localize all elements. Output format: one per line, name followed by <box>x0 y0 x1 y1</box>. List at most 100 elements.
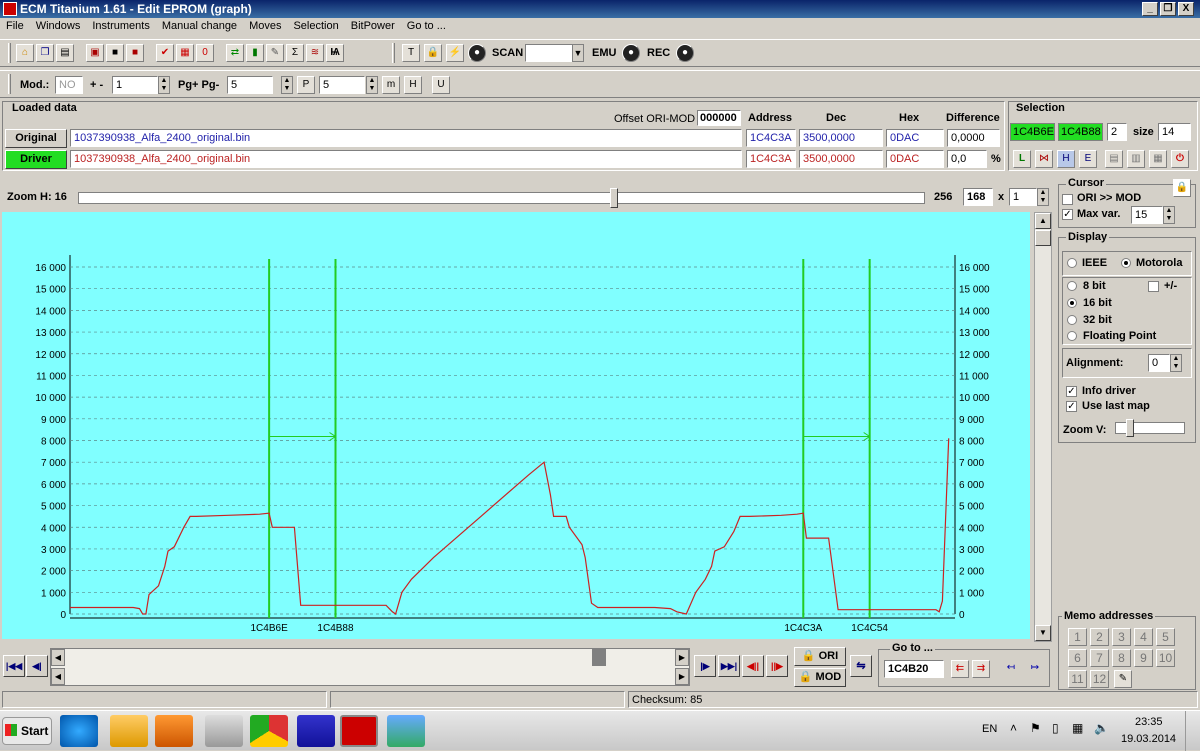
sign-checkbox[interactable] <box>1148 281 1159 292</box>
alignment-field[interactable]: 0 <box>1148 354 1170 372</box>
select-x-icon[interactable]: ⋈ <box>1035 150 1053 168</box>
language-indicator[interactable]: EN <box>982 723 997 735</box>
open-icon[interactable]: ▣ <box>86 44 104 62</box>
scroll-up-icon[interactable]: ▲ <box>1035 213 1051 229</box>
zoom-h-slider[interactable] <box>610 188 618 208</box>
ieee-radio[interactable] <box>1067 258 1077 268</box>
menu-bitpower[interactable]: BitPower <box>345 18 401 32</box>
scroll-right2-icon[interactable]: ▶ <box>675 668 689 685</box>
home-icon[interactable]: ⌂ <box>16 44 34 62</box>
menu-goto[interactable]: Go to ... <box>401 18 452 32</box>
pg-stepper[interactable]: ▲ ▼ <box>281 76 293 94</box>
calculator-app-icon[interactable] <box>205 715 243 747</box>
chrome-icon[interactable] <box>250 715 288 747</box>
tray-battery-icon[interactable]: ▯ <box>1052 721 1059 735</box>
memo-address-button[interactable]: 3 <box>1112 628 1131 646</box>
memo-address-button[interactable]: 1 <box>1068 628 1087 646</box>
chart-icon[interactable]: ≋ <box>306 44 324 62</box>
first-icon[interactable]: |◀◀ <box>3 655 25 677</box>
vscroll-thumb[interactable] <box>1035 230 1051 246</box>
menu-windows[interactable]: Windows <box>30 18 87 32</box>
plusminus-stepper[interactable]: ▲ ▼ <box>158 76 170 94</box>
menu-selection[interactable]: Selection <box>287 18 344 32</box>
memo-address-button[interactable]: 11 <box>1068 670 1087 688</box>
p-icon[interactable]: P <box>297 76 315 94</box>
lock-cursor-icon[interactable]: 🔒 <box>1173 179 1191 197</box>
pg-field[interactable]: 5 <box>227 76 273 94</box>
mod-button[interactable]: 🔒 MOD <box>794 668 846 687</box>
emu-button[interactable]: ● <box>622 44 640 62</box>
checklist-icon[interactable]: ✔ <box>156 44 174 62</box>
power-icon[interactable]: ⏻ <box>1171 150 1189 168</box>
paste-icon[interactable]: ▤ <box>1105 150 1123 168</box>
run-icon[interactable]: ⚡ <box>446 44 464 62</box>
selection-count[interactable]: 2 <box>1107 123 1127 141</box>
bit32-radio[interactable] <box>1067 315 1077 325</box>
ori-button[interactable]: 🔒 ORI <box>794 647 846 666</box>
info-driver-checkbox[interactable]: ✓ <box>1066 386 1077 397</box>
original-file-field[interactable]: 1037390938_Alfa_2400_original.bin <box>70 129 742 147</box>
next-icon[interactable]: |▶ <box>694 655 716 677</box>
p-field[interactable]: 5 <box>319 76 365 94</box>
offset-field[interactable]: 000000 <box>697 110 741 126</box>
zoom-x-field[interactable]: 1 <box>1009 188 1037 206</box>
alignment-stepper[interactable]: ▲ ▼ <box>1170 354 1182 372</box>
max-var-field[interactable]: 15 <box>1131 206 1163 224</box>
memo-address-button[interactable]: 8 <box>1112 649 1131 667</box>
zoom-x-stepper[interactable]: ▲ ▼ <box>1037 188 1049 206</box>
menu-manual-change[interactable]: Manual change <box>156 18 243 32</box>
select-h-icon[interactable]: H <box>1057 150 1075 168</box>
scroll-down-icon[interactable]: ▼ <box>1035 625 1051 641</box>
memo-address-button[interactable]: 6 <box>1068 649 1087 667</box>
original-button[interactable]: Original <box>5 129 67 148</box>
menu-moves[interactable]: Moves <box>243 18 287 32</box>
scroll-right-icon[interactable]: ▶ <box>675 649 689 666</box>
picture-icon[interactable] <box>387 715 425 747</box>
doc-icon[interactable]: ▦ <box>1149 150 1167 168</box>
text-icon[interactable]: T <box>402 44 420 62</box>
hscroll-thumb[interactable] <box>592 649 606 666</box>
ie-icon[interactable] <box>60 715 98 747</box>
chevron-down-icon[interactable]: ▼ <box>572 44 584 62</box>
size-field[interactable]: 14 <box>1158 123 1191 141</box>
sum-icon[interactable]: Σ <box>286 44 304 62</box>
next-diff-icon[interactable]: ||▶ <box>766 655 788 677</box>
scroll-left2-icon[interactable]: ◀ <box>51 668 65 685</box>
tray-flag-icon[interactable]: ⚑ <box>1030 721 1041 735</box>
p-stepper[interactable]: ▲ ▼ <box>366 76 378 94</box>
close-button[interactable]: X <box>1178 2 1194 16</box>
menu-file[interactable]: File <box>0 18 30 32</box>
paste2-icon[interactable]: ▥ <box>1127 150 1145 168</box>
ori-mod-checkbox[interactable] <box>1062 194 1073 205</box>
plusminus-field[interactable]: 1 <box>112 76 158 94</box>
zero-icon[interactable]: 0 <box>196 44 214 62</box>
mark-right-icon[interactable]: ↦ <box>1026 660 1044 678</box>
prev-icon[interactable]: ◀| <box>26 655 48 677</box>
u-icon[interactable]: U <box>432 76 450 94</box>
binoculars-icon[interactable]: Ѩ <box>326 44 344 62</box>
driver-button[interactable]: Driver <box>5 150 67 169</box>
tray-expand-icon[interactable]: ˄ <box>1010 721 1017 735</box>
floppy-icon[interactable] <box>297 715 335 747</box>
memo-save-icon[interactable]: ✎ <box>1114 670 1132 688</box>
copy-icon[interactable]: ❐ <box>36 44 54 62</box>
memo-address-button[interactable]: 10 <box>1156 649 1175 667</box>
scan-select[interactable] <box>525 44 573 62</box>
tray-volume-icon[interactable]: 🔈 <box>1094 721 1109 735</box>
goto-field[interactable]: 1C4B20 <box>884 660 944 678</box>
memo-address-button[interactable]: 5 <box>1156 628 1175 646</box>
chart-vscrollbar[interactable] <box>1034 212 1052 642</box>
minimize-button[interactable]: _ <box>1142 2 1158 16</box>
goto-left-icon[interactable]: ⇇ <box>951 660 969 678</box>
menu-instruments[interactable]: Instruments <box>86 18 155 32</box>
ecm-titanium-icon[interactable] <box>340 715 378 747</box>
lock-icon[interactable]: 🔒 <box>424 44 442 62</box>
mod-field[interactable]: NO <box>55 76 83 94</box>
calculator-icon[interactable]: ▦ <box>176 44 194 62</box>
graph-chart[interactable]: 0 0 1 000 1 000 2 000 2 000 3 000 3 000 4 000 4 0… <box>2 212 1030 639</box>
save-icon[interactable]: ■ <box>106 44 124 62</box>
chip-icon[interactable]: ▮ <box>246 44 264 62</box>
mark-left-icon[interactable]: ↤ <box>1002 660 1020 678</box>
show-desktop-button[interactable] <box>1185 711 1200 751</box>
driver-file-field[interactable]: 1037390938_Alfa_2400_original.bin <box>70 150 742 168</box>
